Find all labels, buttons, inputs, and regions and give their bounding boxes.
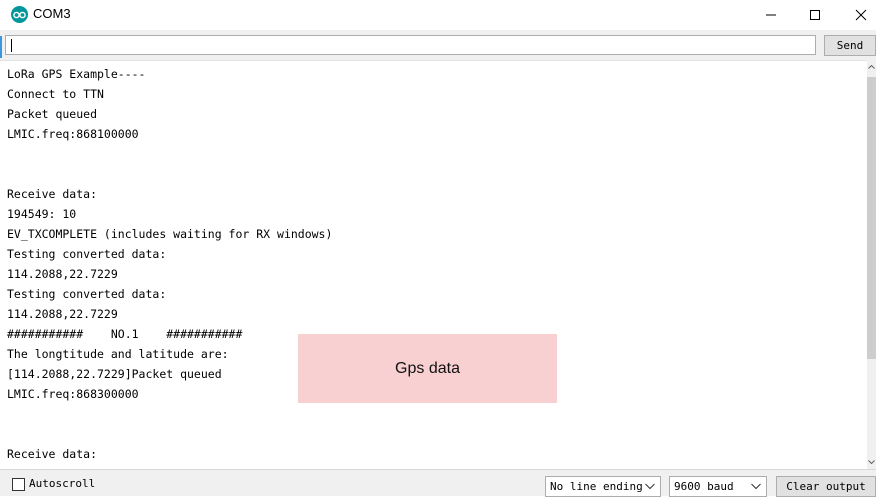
output-line: The longtitude and latitude are: (7, 347, 229, 361)
output-line: Packet queued (7, 107, 98, 121)
serial-output[interactable]: LoRa GPS Example---- Connect to TTN Packet… (0, 60, 867, 469)
bottom-bar: Autoscroll No line ending 9600 baud Clea… (0, 469, 876, 497)
baud-rate-value: 9600 baud (674, 480, 734, 493)
gps-data-annotation: Gps data (298, 334, 557, 403)
chevron-down-icon (645, 483, 655, 490)
vertical-scrollbar[interactable] (867, 60, 876, 469)
maximize-icon (810, 10, 820, 20)
close-button[interactable] (838, 0, 876, 30)
chevron-down-icon (868, 460, 875, 464)
output-line: Receive data: (7, 187, 98, 201)
autoscroll-checkbox[interactable] (12, 478, 25, 491)
output-line: LMIC.freq:868100000 (7, 127, 139, 141)
text-caret (11, 39, 12, 52)
minimize-button[interactable] (748, 0, 794, 30)
output-line: LoRa GPS Example---- (7, 67, 146, 81)
output-line: LMIC.freq:868300000 (7, 387, 139, 401)
scroll-thumb[interactable] (867, 77, 876, 359)
baud-rate-select[interactable]: 9600 baud (669, 476, 767, 497)
scroll-down-button[interactable] (867, 455, 876, 469)
send-row: Send (0, 30, 876, 60)
output-line: EV_TXCOMPLETE (includes waiting for RX w… (7, 227, 333, 241)
output-line: ########### NO.1 ########### (7, 327, 243, 341)
arduino-icon (11, 6, 28, 23)
window-edge-accent (0, 36, 2, 58)
output-line: 114.2088,22.7229 (7, 307, 118, 321)
clear-output-button[interactable]: Clear output (776, 476, 876, 497)
chevron-down-icon (751, 483, 761, 490)
window-title: COM3 (33, 6, 71, 21)
output-line: Testing converted data: (7, 247, 167, 261)
output-line: Receive data: (7, 447, 98, 461)
chevron-up-icon (868, 65, 875, 69)
output-line: [114.2088,22.7229]Packet queued (7, 367, 222, 381)
autoscroll-label: Autoscroll (29, 477, 96, 490)
scroll-up-button[interactable] (867, 60, 876, 74)
line-ending-select[interactable]: No line ending (545, 476, 661, 497)
line-ending-value: No line ending (550, 480, 643, 493)
maximize-button[interactable] (792, 0, 838, 30)
output-line: Connect to TTN (7, 87, 104, 101)
send-button[interactable]: Send (824, 35, 876, 56)
close-icon (855, 9, 867, 21)
output-line: Testing converted data: (7, 287, 167, 301)
minimize-icon (766, 14, 776, 16)
serial-input[interactable] (5, 35, 816, 55)
output-line: 114.2088,22.7229 (7, 267, 118, 281)
title-bar: COM3 (0, 0, 876, 30)
output-line: 194549: 10 (7, 207, 77, 221)
